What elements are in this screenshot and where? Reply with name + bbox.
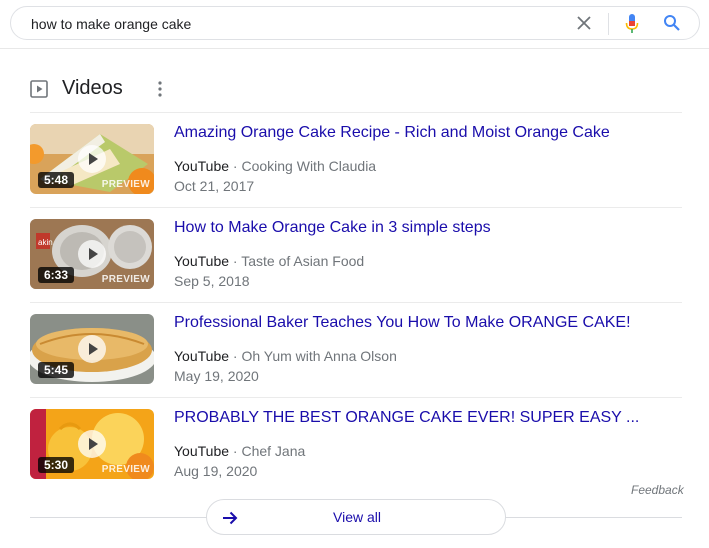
svg-text:akin: akin <box>38 238 53 247</box>
video-channel: Taste of Asian Food <box>241 253 365 269</box>
meta-separator: · <box>229 443 242 459</box>
video-source: YouTube <box>174 158 230 174</box>
search-icon[interactable] <box>663 14 681 32</box>
video-icon <box>30 80 48 98</box>
feedback-link[interactable]: Feedback <box>631 483 684 497</box>
video-date: Sep 5, 2018 <box>174 273 250 289</box>
video-channel: Oh Yum with Anna Olson <box>241 348 397 364</box>
play-icon <box>78 430 106 458</box>
more-vert-icon[interactable] <box>154 80 166 98</box>
video-date: Aug 19, 2020 <box>174 463 258 479</box>
video-source: YouTube <box>174 348 230 364</box>
video-title[interactable]: PROBABLY THE BEST ORANGE CAKE EVER! SUPE… <box>174 409 639 427</box>
video-date: May 19, 2020 <box>174 368 259 384</box>
video-thumbnail[interactable]: akin 6:33 PREVIEW <box>30 219 154 289</box>
video-duration: 5:48 <box>38 172 75 188</box>
search-divider <box>608 13 609 35</box>
video-thumbnail[interactable]: 5:48 PREVIEW <box>30 124 154 194</box>
video-title[interactable]: Amazing Orange Cake Recipe - Rich and Mo… <box>174 124 610 142</box>
search-input[interactable]: how to make orange cake <box>31 16 191 32</box>
view-all-label: View all <box>333 509 381 525</box>
meta-separator: · <box>229 348 242 364</box>
preview-label: PREVIEW <box>101 464 150 475</box>
video-source: YouTube <box>174 443 230 459</box>
section-title: Videos <box>62 77 123 99</box>
view-all-button[interactable]: View all <box>206 499 506 535</box>
video-thumbnail[interactable]: 5:30 PREVIEW <box>30 409 154 479</box>
preview-label: PREVIEW <box>101 179 150 190</box>
play-icon <box>78 240 106 268</box>
video-date: Oct 21, 2017 <box>174 178 255 194</box>
video-thumbnail[interactable]: 5:45 <box>30 314 154 384</box>
video-meta: YouTube · Taste of Asian Food <box>174 253 364 269</box>
video-duration: 5:45 <box>38 362 75 378</box>
meta-separator: · <box>229 158 242 174</box>
video-source: YouTube <box>174 253 230 269</box>
microphone-icon[interactable] <box>624 13 640 35</box>
close-icon[interactable] <box>576 15 592 31</box>
preview-label: PREVIEW <box>101 274 150 285</box>
video-channel: Chef Jana <box>241 443 306 459</box>
meta-separator: · <box>229 253 242 269</box>
search-box[interactable]: how to make orange cake <box>10 6 700 40</box>
video-meta: YouTube · Cooking With Claudia <box>174 158 376 174</box>
video-duration: 5:30 <box>38 457 75 473</box>
video-result[interactable]: 5:48 PREVIEW Amazing Orange Cake Recipe … <box>30 113 682 208</box>
video-meta: YouTube · Chef Jana <box>174 443 305 459</box>
video-result[interactable]: 5:45 Professional Baker Teaches You How … <box>30 303 682 398</box>
video-title[interactable]: How to Make Orange Cake in 3 simple step… <box>174 219 491 237</box>
play-icon <box>78 335 106 363</box>
video-result[interactable]: 5:30 PREVIEW PROBABLY THE BEST ORANGE CA… <box>30 398 682 493</box>
play-icon <box>78 145 106 173</box>
video-meta: YouTube · Oh Yum with Anna Olson <box>174 348 397 364</box>
video-channel: Cooking With Claudia <box>241 158 377 174</box>
videos-section-header: Videos <box>30 76 682 112</box>
video-result[interactable]: akin 6:33 PREVIEW How to Make Orange Cak… <box>30 208 682 303</box>
video-duration: 6:33 <box>38 267 75 283</box>
top-bar: how to make orange cake <box>0 0 709 49</box>
video-title[interactable]: Professional Baker Teaches You How To Ma… <box>174 314 631 332</box>
